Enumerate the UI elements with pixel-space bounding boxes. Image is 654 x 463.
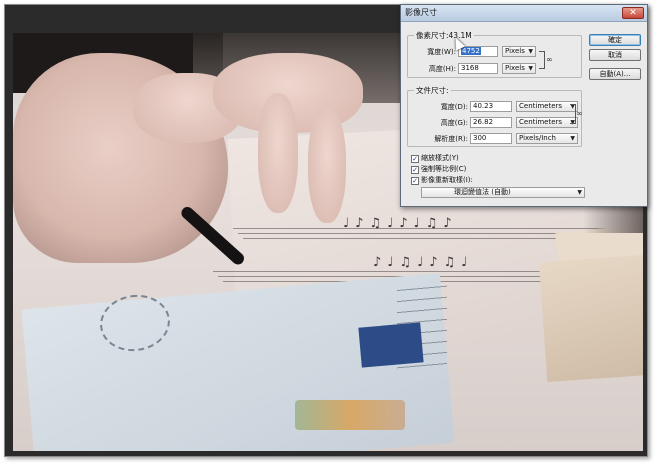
pixel-height-label: 高度(H): — [428, 65, 456, 73]
resolution-value: 300 — [473, 134, 487, 142]
pixel-height-unit-select[interactable]: Pixels ▼ — [502, 63, 536, 74]
doc-height-label: 高度(G): — [440, 119, 468, 127]
constrain-proportions-label: 強制等比例(C) — [421, 165, 467, 173]
resolution-input[interactable]: 300 — [470, 133, 512, 144]
doc-height-input[interactable]: 26.82 — [470, 117, 512, 128]
pixel-width-value: 4752 — [461, 47, 481, 55]
close-button[interactable]: ✕ — [622, 7, 644, 19]
cancel-button[interactable]: 取消 — [589, 49, 641, 61]
resample-method-value: 環迴變值法 (自動) — [454, 188, 511, 196]
ok-button[interactable]: 確定 — [589, 34, 641, 46]
resample-label: 影像重新取樣(I): — [421, 176, 473, 184]
checkbox-checked-icon: ✓ — [411, 177, 419, 185]
pixel-dimensions-legend: 像素尺寸:43.1M — [414, 30, 474, 41]
flower-stamp — [295, 400, 405, 430]
chevron-down-icon: ▼ — [528, 48, 533, 55]
doc-width-label: 寬度(D): — [440, 103, 468, 111]
pixel-width-input[interactable]: 4752 — [458, 46, 498, 57]
resolution-unit-select[interactable]: Pixels/Inch ▼ — [516, 133, 578, 144]
pixel-height-unit: Pixels — [505, 64, 525, 72]
chain-link-icon: ∞ — [576, 109, 583, 118]
image-size-dialog: 影像尺寸 ✕ 像素尺寸:43.1M 寬度(W): 4752 Pixels ▼ 高… — [400, 4, 648, 207]
pixel-height-value: 3168 — [461, 64, 479, 72]
constrain-proportions-checkbox[interactable]: ✓ 強制等比例(C) — [411, 164, 466, 174]
chain-link-icon: ∞ — [546, 55, 553, 64]
resolution-unit: Pixels/Inch — [519, 134, 556, 142]
doc-width-unit-select[interactable]: Centimeters ▼ — [516, 101, 578, 112]
document-size-legend: 文件尺寸: — [414, 85, 451, 96]
pixel-width-unit: Pixels — [505, 47, 525, 55]
doc-width-input[interactable]: 40.23 — [470, 101, 512, 112]
pixel-height-input[interactable]: 3168 — [458, 63, 498, 74]
link-bracket — [539, 51, 545, 69]
scale-styles-checkbox[interactable]: ✓ 縮放樣式(Y) — [411, 153, 459, 163]
resample-checkbox[interactable]: ✓ 影像重新取樣(I): — [411, 175, 473, 185]
pixel-dimensions-group: 像素尺寸:43.1M 寬度(W): 4752 Pixels ▼ 高度(H): 3… — [407, 30, 582, 78]
doc-width-value: 40.23 — [473, 102, 494, 110]
envelope-logo — [358, 322, 424, 368]
scale-styles-label: 縮放樣式(Y) — [421, 154, 459, 162]
music-notes: ♪♩♫♩♪♫♩ — [373, 255, 474, 270]
pixel-width-label: 寬度(W): — [427, 48, 456, 56]
close-icon: ✕ — [629, 8, 637, 18]
chevron-down-icon: ▼ — [528, 65, 533, 72]
auto-button[interactable]: 自動(A)... — [589, 68, 641, 80]
doc-height-unit-select[interactable]: Centimeters ▼ — [516, 117, 578, 128]
music-notes: ♩♪♫♩♪♩♫♪ — [343, 216, 458, 231]
checkbox-checked-icon: ✓ — [411, 166, 419, 174]
doc-height-unit: Centimeters — [519, 118, 563, 126]
resample-method-select[interactable]: 環迴變值法 (自動) ▼ — [421, 187, 585, 198]
resolution-label: 解析度(R): — [434, 135, 468, 143]
hand-finger — [308, 108, 346, 223]
doc-height-value: 26.82 — [473, 118, 494, 126]
dialog-title: 影像尺寸 — [405, 8, 437, 17]
chevron-down-icon: ▼ — [577, 189, 582, 196]
paper-cards — [538, 253, 643, 383]
dialog-titlebar[interactable]: 影像尺寸 ✕ — [401, 5, 647, 22]
checkbox-checked-icon: ✓ — [411, 155, 419, 163]
doc-width-unit: Centimeters — [519, 102, 563, 110]
document-size-group: 文件尺寸: 寬度(D): 40.23 Centimeters ▼ 高度(G): … — [407, 85, 582, 147]
pixel-width-unit-select[interactable]: Pixels ▼ — [502, 46, 536, 57]
hand-finger — [258, 93, 298, 213]
chevron-down-icon: ▼ — [570, 135, 575, 142]
